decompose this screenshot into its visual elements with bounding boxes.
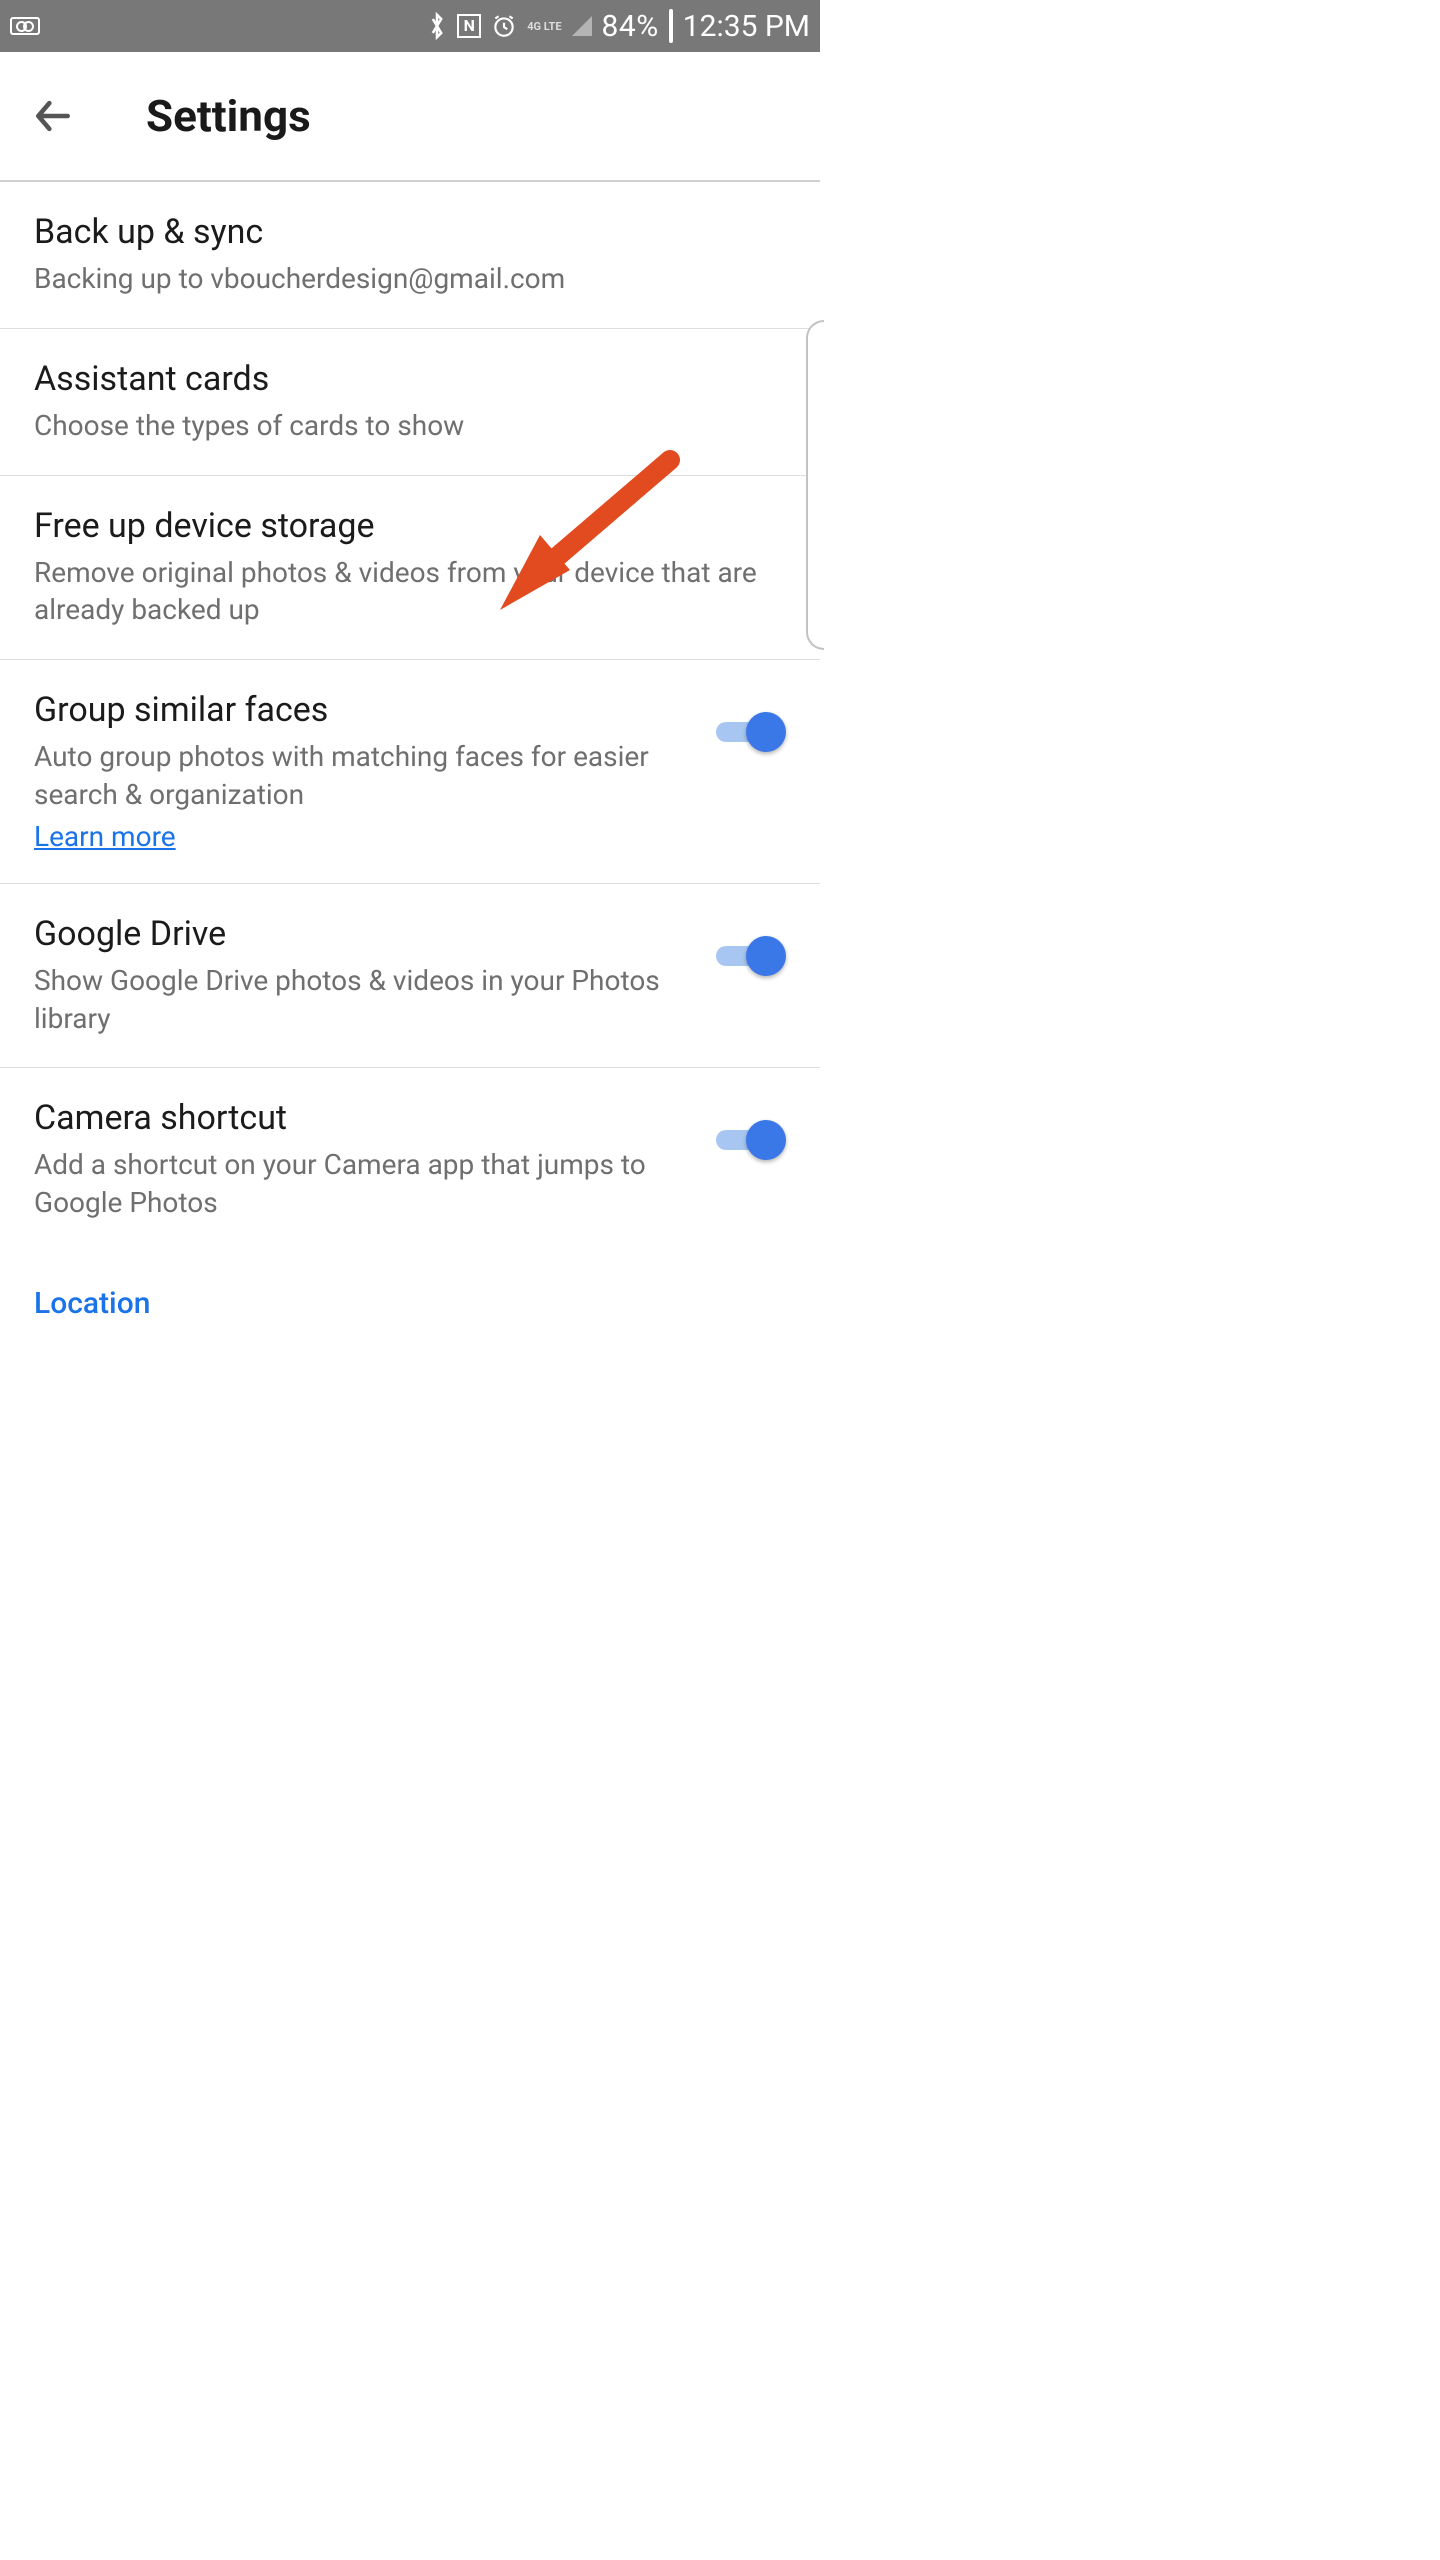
row-subtitle: Choose the types of cards to show [34,407,786,445]
row-assistant-cards[interactable]: Assistant cards Choose the types of card… [0,329,820,476]
row-subtitle: Show Google Drive photos & videos in you… [34,962,690,1038]
row-group-similar-faces[interactable]: Group similar faces Auto group photos wi… [0,660,820,884]
row-title: Assistant cards [34,359,786,399]
toggle-camera-shortcut[interactable] [710,1116,786,1162]
alarm-icon [491,13,517,39]
status-left [0,17,40,35]
row-title: Group similar faces [34,690,690,730]
row-free-up-storage[interactable]: Free up device storage Remove original p… [0,476,820,661]
battery-icon [669,11,673,41]
toggle-thumb [746,1120,786,1160]
clock-time: 12:35 PM [683,9,810,44]
battery-percent: 84% [602,9,659,44]
back-button[interactable] [28,91,78,141]
row-subtitle: Add a shortcut on your Camera app that j… [34,1146,690,1222]
row-title: Back up & sync [34,212,786,252]
toggle-thumb [746,712,786,752]
row-title: Camera shortcut [34,1098,690,1138]
toggle-google-drive[interactable] [710,932,786,978]
row-subtitle: Backing up to vboucherdesign@gmail.com [34,260,786,298]
bluetooth-icon [427,12,447,40]
arrow-left-icon [31,94,75,138]
scroll-indicator[interactable] [806,320,824,650]
row-subtitle: Auto group photos with matching faces fo… [34,738,690,814]
section-header-location: Location [0,1252,820,1321]
network-type-label: 4G LTE [527,21,561,32]
row-subtitle: Remove original photos & videos from you… [34,554,786,630]
row-backup-sync[interactable]: Back up & sync Backing up to vboucherdes… [0,182,820,329]
learn-more-link[interactable]: Learn more [34,820,176,853]
toggle-thumb [746,936,786,976]
status-right: N 4G LTE 84% 12:35 PM [427,9,820,44]
page-title: Settings [146,90,311,142]
settings-list: Back up & sync Backing up to vboucherdes… [0,182,820,1321]
row-title: Free up device storage [34,506,786,546]
row-title: Google Drive [34,914,690,954]
row-google-drive[interactable]: Google Drive Show Google Drive photos & … [0,884,820,1069]
nfc-icon: N [457,14,481,38]
status-bar: N 4G LTE 84% 12:35 PM [0,0,820,52]
row-camera-shortcut[interactable]: Camera shortcut Add a shortcut on your C… [0,1068,820,1252]
signal-icon [572,16,592,36]
toggle-group-faces[interactable] [710,708,786,754]
voicemail-icon [10,17,40,35]
app-bar: Settings [0,52,820,182]
